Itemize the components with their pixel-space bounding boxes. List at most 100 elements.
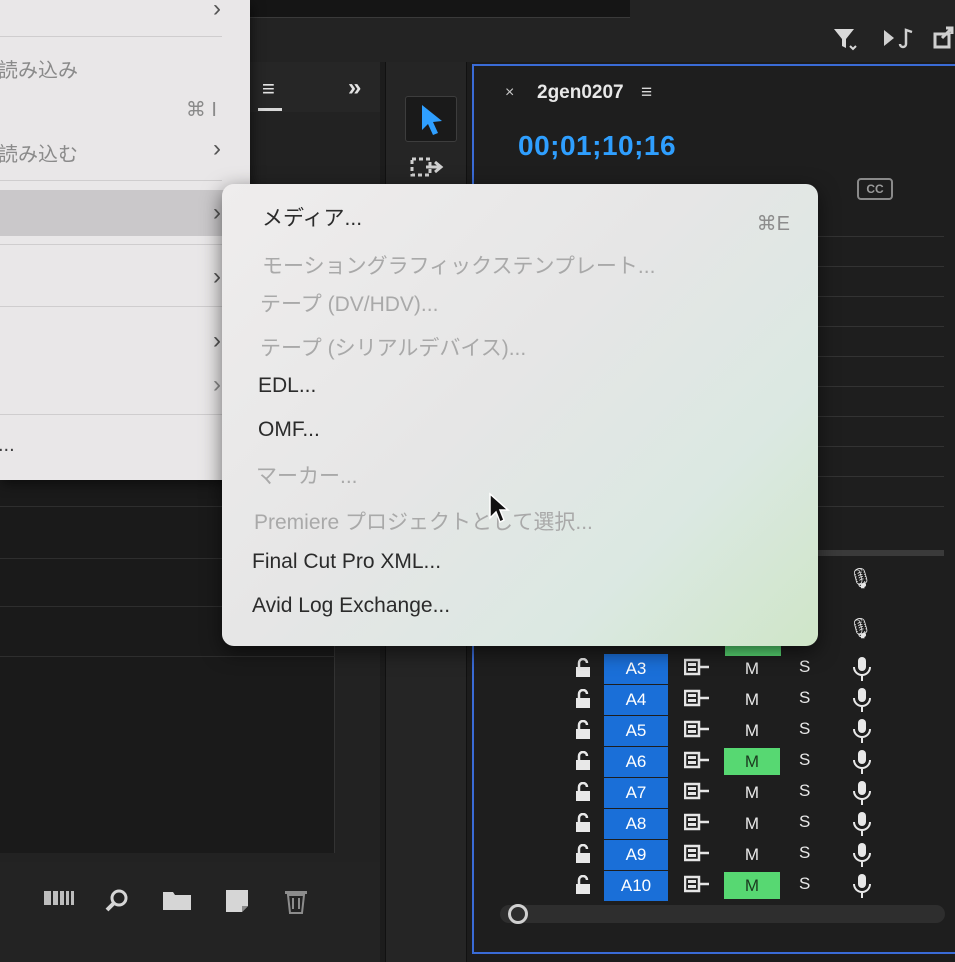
sync-icon[interactable]	[683, 689, 710, 712]
track-name[interactable]: A6	[604, 747, 668, 777]
menu-item-submenu[interactable]: ›	[0, 0, 235, 32]
microphone-icon[interactable]	[852, 873, 872, 905]
sync-icon[interactable]	[683, 875, 710, 898]
solo-button[interactable]: S	[799, 812, 810, 832]
lock-icon[interactable]	[574, 688, 592, 714]
sync-icon[interactable]	[683, 782, 710, 805]
sync-icon[interactable]	[683, 720, 710, 743]
submenu-item: Premiere プロジェクトとして選択...	[254, 511, 593, 534]
menu-item-capture[interactable]: ›	[0, 192, 235, 236]
solo-button[interactable]: S	[799, 874, 810, 894]
scrollbar-handle[interactable]	[508, 904, 528, 924]
microphone-icon[interactable]	[852, 718, 872, 750]
trash-icon[interactable]	[284, 888, 308, 920]
search-icon[interactable]	[104, 888, 130, 920]
track-row: A6 M S	[474, 747, 944, 777]
menu-item-project-settings[interactable]: ›	[0, 364, 235, 408]
solo-button[interactable]: S	[799, 750, 810, 770]
playhead-timecode[interactable]: 00;01;10;16	[518, 130, 676, 162]
sync-icon[interactable]	[683, 658, 710, 681]
panel-expand-icon[interactable]: »	[348, 74, 361, 102]
microphone-icon[interactable]	[852, 687, 872, 719]
active-tab-underline	[258, 108, 282, 111]
lock-icon[interactable]	[574, 657, 592, 683]
lock-icon[interactable]	[574, 781, 592, 807]
chevron-right-icon: ›	[213, 327, 221, 354]
captions-button[interactable]: CC	[857, 178, 893, 200]
mute-button[interactable]: M	[724, 872, 780, 899]
mouse-cursor-icon	[488, 492, 510, 526]
track-row: A9 M S	[474, 840, 944, 870]
chevron-right-icon: ›	[213, 371, 221, 398]
menu-item-batch-import[interactable]: 読み込む ›	[0, 128, 235, 172]
mute-button[interactable]: M	[724, 655, 780, 682]
microphone-icon[interactable]	[852, 811, 872, 843]
sync-icon[interactable]	[683, 813, 710, 836]
lock-icon[interactable]	[574, 874, 592, 900]
microphone-icon[interactable]: 🎙	[848, 616, 873, 641]
file-menu: › 読み込み ⌘ I 読み込む › › › › › ...	[0, 0, 250, 480]
submenu-item[interactable]: OMF...	[258, 418, 320, 442]
menu-item-export[interactable]: ›	[0, 256, 235, 300]
folder-icon[interactable]	[162, 888, 192, 918]
track-name[interactable]: A5	[604, 716, 668, 746]
track-name[interactable]: A9	[604, 840, 668, 870]
menu-item-more[interactable]: ...	[0, 426, 235, 470]
close-sequence-icon[interactable]: ×	[505, 84, 514, 102]
track-name[interactable]: A10	[604, 871, 668, 901]
timeline-scrollbar[interactable]	[500, 905, 945, 923]
submenu-item: テープ (DV/HDV)...	[260, 293, 439, 316]
submenu-item[interactable]: メディア...	[262, 202, 362, 232]
menu-item-get-properties[interactable]: ›	[0, 320, 235, 364]
mute-button[interactable]: M	[724, 686, 780, 713]
submenu-item[interactable]: Avid Log Exchange...	[252, 594, 450, 618]
track-name[interactable]: A8	[604, 809, 668, 839]
export-icon[interactable]	[932, 26, 955, 56]
track-name[interactable]: A3	[604, 654, 668, 684]
microphone-icon[interactable]: 🎙	[848, 566, 873, 591]
submenu-item: テープ (シリアルデバイス)...	[260, 337, 527, 360]
mute-button[interactable]: M	[724, 717, 780, 744]
lock-icon[interactable]	[574, 719, 592, 745]
submenu-item[interactable]: EDL...	[258, 374, 316, 398]
chevron-right-icon: ›	[213, 263, 221, 290]
sequence-tab-title[interactable]: 2gen0207	[537, 82, 624, 104]
selection-arrow-icon	[422, 105, 442, 135]
sync-icon[interactable]	[683, 751, 710, 774]
audio-icon[interactable]	[882, 26, 914, 56]
solo-button[interactable]: S	[799, 657, 810, 677]
mute-button[interactable]: M	[724, 841, 780, 868]
submenu-item[interactable]: Final Cut Pro XML...	[252, 550, 441, 574]
track-row: A3 M S	[474, 654, 944, 684]
microphone-icon[interactable]	[852, 842, 872, 874]
sequence-menu-icon[interactable]: ≡	[641, 82, 652, 104]
panel-menu-icon[interactable]: ≡	[262, 76, 275, 102]
track-select-tool-icon[interactable]	[410, 156, 446, 186]
selection-tool-button[interactable]	[405, 96, 457, 142]
track-name[interactable]: A4	[604, 685, 668, 715]
mute-button[interactable]: M	[724, 810, 780, 837]
list-view-icon[interactable]	[44, 888, 76, 914]
mute-button[interactable]: M	[724, 748, 780, 775]
solo-button[interactable]: S	[799, 719, 810, 739]
chevron-right-icon: ›	[213, 199, 221, 226]
menu-shortcut: ⌘ I	[185, 99, 217, 121]
microphone-icon[interactable]	[852, 656, 872, 688]
lock-icon[interactable]	[574, 812, 592, 838]
menu-item-import[interactable]: ⌘ I	[0, 88, 235, 132]
track-row: A4 M S	[474, 685, 944, 715]
menu-item-import-recent[interactable]: 読み込み	[0, 44, 235, 88]
filter-icon[interactable]	[832, 26, 858, 58]
microphone-icon[interactable]	[852, 749, 872, 781]
lock-icon[interactable]	[574, 750, 592, 776]
chevron-right-icon: ›	[213, 135, 221, 162]
microphone-icon[interactable]	[852, 780, 872, 812]
solo-button[interactable]: S	[799, 688, 810, 708]
new-item-icon[interactable]	[224, 888, 250, 920]
mute-button[interactable]: M	[724, 779, 780, 806]
lock-icon[interactable]	[574, 843, 592, 869]
solo-button[interactable]: S	[799, 843, 810, 863]
track-name[interactable]: A7	[604, 778, 668, 808]
solo-button[interactable]: S	[799, 781, 810, 801]
sync-icon[interactable]	[683, 844, 710, 867]
